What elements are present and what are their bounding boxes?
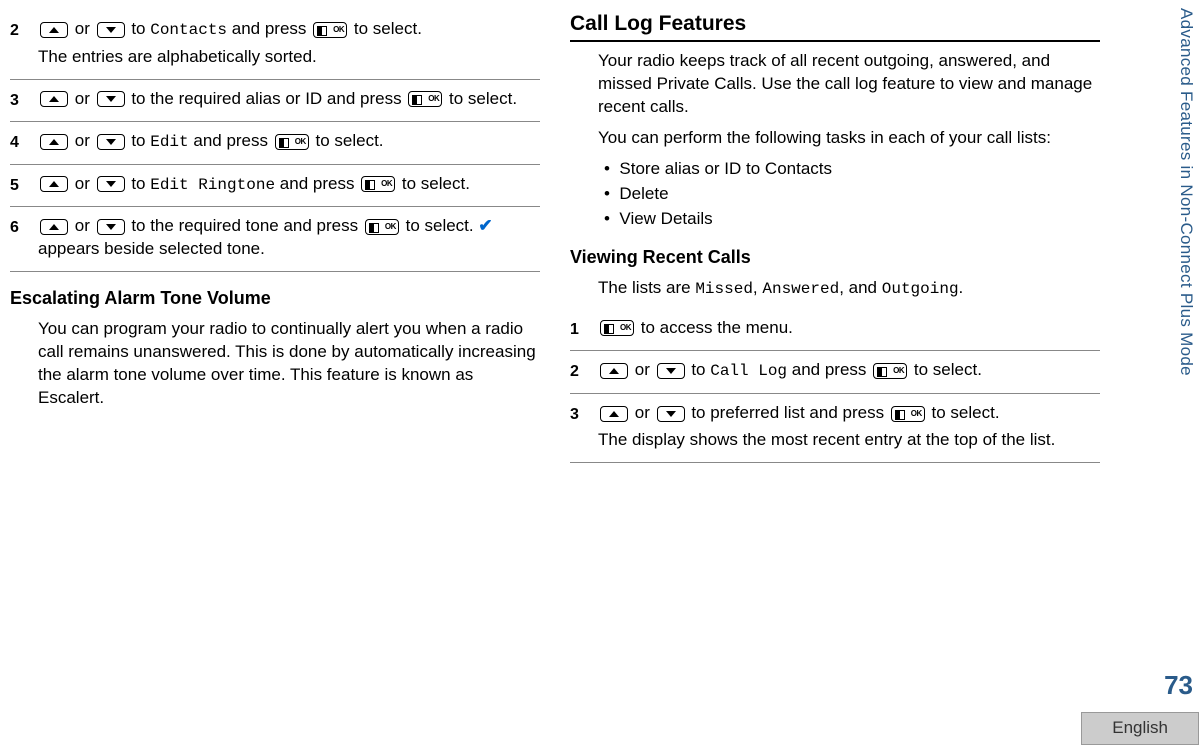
list-name: Missed [695, 280, 753, 298]
text: or [75, 89, 95, 108]
text: to access the menu. [641, 318, 793, 337]
menu-name: Edit [150, 133, 188, 151]
down-arrow-icon [97, 176, 125, 192]
text: to preferred list and press [691, 403, 888, 422]
text: to select. [914, 360, 982, 379]
text: to the required alias or ID and press [131, 89, 406, 108]
step-number: 2 [10, 18, 38, 69]
step-body: or to Contacts and press OK to select. T… [38, 18, 540, 69]
step-body: or to the required tone and press OK to … [38, 215, 540, 261]
section-subheading: Viewing Recent Calls [570, 245, 1100, 269]
menu-name: Call Log [710, 362, 787, 380]
step-number: 4 [10, 130, 38, 154]
up-arrow-icon [600, 406, 628, 422]
step-number: 3 [570, 402, 598, 452]
text: to select. [402, 174, 470, 193]
step-body: or to Edit and press OK to select. [38, 130, 540, 154]
step-body: or to Call Log and press OK to select. [598, 359, 1100, 383]
down-arrow-icon [97, 134, 125, 150]
right-column: Call Log Features Your radio keeps track… [570, 10, 1100, 463]
left-column: 2 or to Contacts and press OK to select.… [10, 10, 540, 463]
text: to select. [354, 19, 422, 38]
down-arrow-icon [97, 219, 125, 235]
step-body: or to the required alias or ID and press… [38, 88, 540, 112]
step-row: 3 or to preferred list and press OK to s… [570, 394, 1100, 463]
body-paragraph: The lists are Missed, Answered, and Outg… [570, 277, 1100, 301]
text: to select. [449, 89, 517, 108]
text: or [635, 360, 655, 379]
text: or [635, 403, 655, 422]
list-name: Outgoing [882, 280, 959, 298]
text: to [131, 174, 150, 193]
text: or [75, 216, 95, 235]
step-row: 3 or to the required alias or ID and pre… [10, 80, 540, 123]
down-arrow-icon [97, 22, 125, 38]
side-tab-label: Advanced Features in Non-Connect Plus Mo… [1174, 8, 1197, 488]
ok-button-icon: OK [408, 91, 442, 107]
bullet-list: • Store alias or ID to Contacts • Delete… [598, 158, 1100, 231]
list-name: Answered [762, 280, 839, 298]
text: or [75, 174, 95, 193]
up-arrow-icon [600, 363, 628, 379]
text: to select. [315, 131, 383, 150]
page-number: 73 [1164, 668, 1193, 703]
ok-button-icon: OK [361, 176, 395, 192]
language-tab: English [1081, 712, 1199, 745]
text: to the required tone and press [131, 216, 363, 235]
down-arrow-icon [97, 91, 125, 107]
body-paragraph: You can program your radio to continuall… [10, 318, 540, 410]
step-row: 5 or to Edit Ringtone and press OK to se… [10, 165, 540, 208]
step-number: 6 [10, 215, 38, 261]
down-arrow-icon [657, 406, 685, 422]
up-arrow-icon [40, 176, 68, 192]
step-number: 2 [570, 359, 598, 383]
text: to select. [932, 403, 1000, 422]
ok-button-icon: OK [365, 219, 399, 235]
step-body: OK to access the menu. [598, 317, 1100, 341]
text: to [131, 131, 150, 150]
list-item: • Delete [598, 183, 1100, 206]
text: to select. [406, 216, 479, 235]
step-row: 1 OK to access the menu. [570, 309, 1100, 352]
up-arrow-icon [40, 134, 68, 150]
step-body: or to Edit Ringtone and press OK to sele… [38, 173, 540, 197]
section-heading: Call Log Features [570, 10, 1100, 42]
step-row: 6 or to the required tone and press OK t… [10, 207, 540, 272]
text: or [75, 131, 95, 150]
body-paragraph: You can perform the following tasks in e… [598, 127, 1100, 150]
up-arrow-icon [40, 219, 68, 235]
text: to [691, 360, 710, 379]
ok-button-icon: OK [275, 134, 309, 150]
step-extra-text: The entries are alphabetically sorted. [38, 46, 540, 69]
text: and press [792, 360, 871, 379]
up-arrow-icon [40, 91, 68, 107]
ok-button-icon: OK [873, 363, 907, 379]
body-paragraph: Your radio keeps track of all recent out… [598, 50, 1100, 119]
list-item: • Store alias or ID to Contacts [598, 158, 1100, 181]
text: to [131, 19, 150, 38]
text: and press [280, 174, 359, 193]
ok-button-icon: OK [313, 22, 347, 38]
ok-button-icon: OK [600, 320, 634, 336]
step-number: 1 [570, 317, 598, 341]
step-row: 4 or to Edit and press OK to select. [10, 122, 540, 165]
checkmark-icon: ✔ [478, 216, 492, 235]
ok-button-icon: OK [891, 406, 925, 422]
menu-name: Edit Ringtone [150, 176, 275, 194]
step-extra-text: The display shows the most recent entry … [598, 429, 1100, 452]
step-body: or to preferred list and press OK to sel… [598, 402, 1100, 452]
text: appears beside selected tone. [38, 239, 265, 258]
menu-name: Contacts [150, 21, 227, 39]
step-number: 3 [10, 88, 38, 112]
up-arrow-icon [40, 22, 68, 38]
section-subheading: Escalating Alarm Tone Volume [10, 286, 540, 310]
text: or [75, 19, 95, 38]
list-item: • View Details [598, 208, 1100, 231]
step-row: 2 or to Call Log and press OK to select. [570, 351, 1100, 394]
down-arrow-icon [657, 363, 685, 379]
step-row: 2 or to Contacts and press OK to select.… [10, 10, 540, 80]
text: and press [232, 19, 311, 38]
text: and press [193, 131, 272, 150]
step-number: 5 [10, 173, 38, 197]
